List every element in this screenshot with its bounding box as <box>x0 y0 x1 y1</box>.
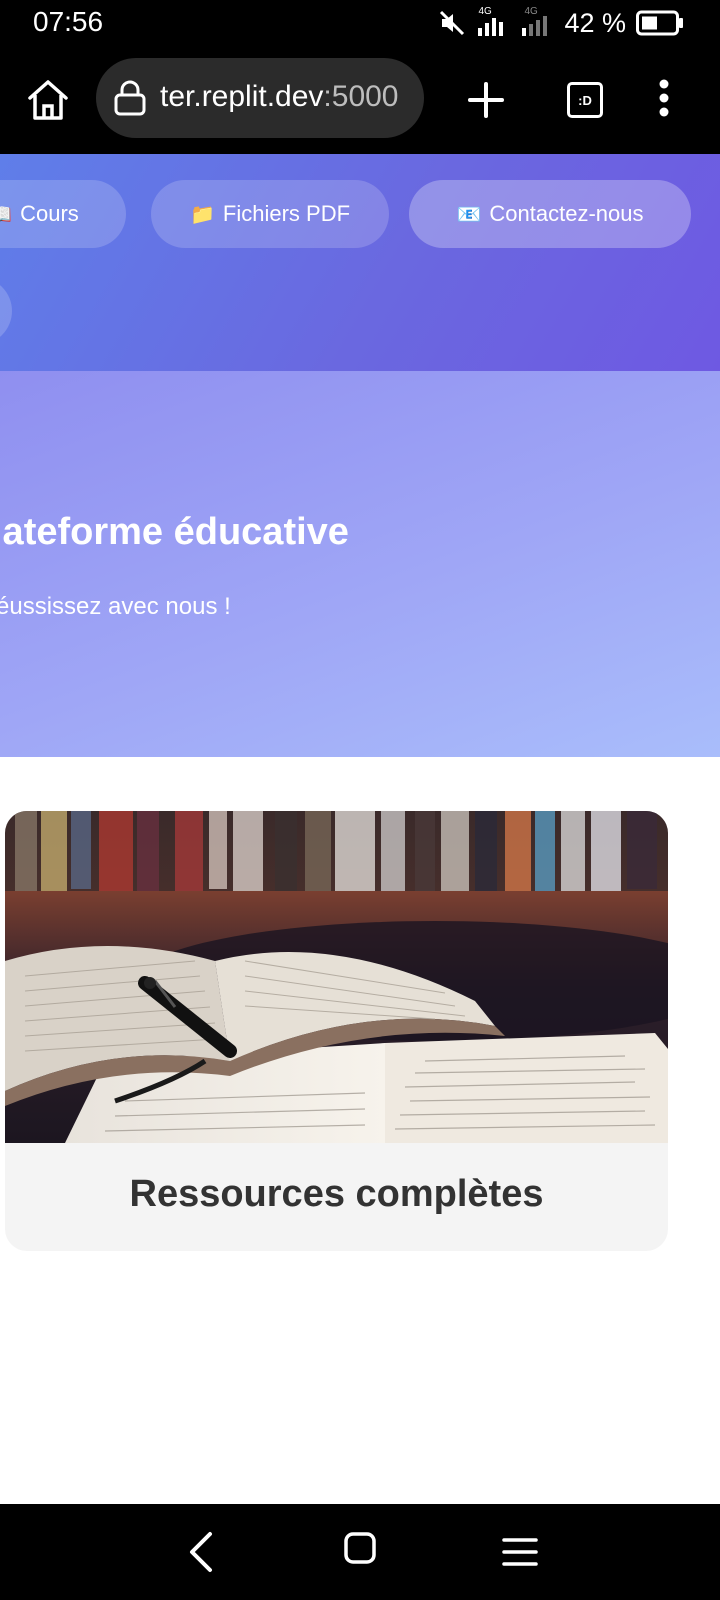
hero-subtitle: éussissez avec nous ! <box>0 593 231 620</box>
battery-icon <box>636 10 683 36</box>
plus-icon[interactable] <box>466 80 506 120</box>
home-square-icon[interactable] <box>342 1530 378 1566</box>
status-icons: 4G 4G 42 % <box>438 4 684 42</box>
back-icon[interactable] <box>182 1530 218 1574</box>
site-navigation: 📖 Cours 📁 Fichiers PDF 📧 Contactez-nous <box>0 154 720 371</box>
nav-item-cours[interactable]: 📖 Cours <box>0 180 126 248</box>
mute-icon <box>440 10 465 36</box>
signal-icon <box>478 18 504 36</box>
nav-item-label: Fichiers PDF <box>222 201 351 226</box>
nav-item-label: Cours <box>20 201 79 226</box>
feature-card[interactable]: Ressources complètes <box>5 811 668 1251</box>
system-navigation-bar <box>0 1504 720 1600</box>
url-text[interactable]: ter.replit.dev:5000 <box>160 80 399 114</box>
nav-item-fichiers-pdf[interactable]: 📁 Fichiers PDF <box>151 180 389 248</box>
address-bar[interactable]: ter.replit.dev:5000 <box>96 58 424 138</box>
nav-item-label: Contactez-nous <box>489 201 644 226</box>
nav-item-partial[interactable] <box>0 277 12 345</box>
signal-group-2: 4G <box>520 6 550 38</box>
email-icon: 📧 <box>456 203 482 226</box>
url-port: :5000 <box>323 80 399 113</box>
status-time: 07:56 <box>33 6 104 37</box>
tabs-count-label: :D <box>578 92 592 108</box>
tabs-icon[interactable]: :D <box>567 82 603 118</box>
books-photo <box>5 811 668 1143</box>
hero-title: lateforme éducative <box>0 511 349 553</box>
signal-icon <box>522 16 548 36</box>
nav-item-contactez-nous[interactable]: 📧 Contactez-nous <box>409 180 691 248</box>
folder-icon: 📁 <box>189 203 215 226</box>
book-icon: 📖 <box>0 202 12 227</box>
home-icon[interactable] <box>24 76 72 124</box>
screen: 07:56 4G 4G 42 % ter.replit.dev:5000:D … <box>0 0 720 1600</box>
url-host: ter.replit.dev <box>160 80 324 113</box>
battery-percent: 42 % <box>564 7 626 38</box>
lock-icon[interactable] <box>112 80 148 116</box>
signal-group-1: 4G <box>476 6 510 38</box>
card-title: Ressources complètes <box>129 1173 544 1215</box>
status-bar: 07:56 4G 4G 42 % <box>0 0 720 46</box>
hero-section: lateforme éducative éussissez avec nous … <box>0 371 720 757</box>
recents-menu-icon[interactable] <box>500 1534 540 1570</box>
browser-toolbar: ter.replit.dev:5000 :D <box>0 46 720 154</box>
more-vert-icon[interactable] <box>652 74 676 122</box>
